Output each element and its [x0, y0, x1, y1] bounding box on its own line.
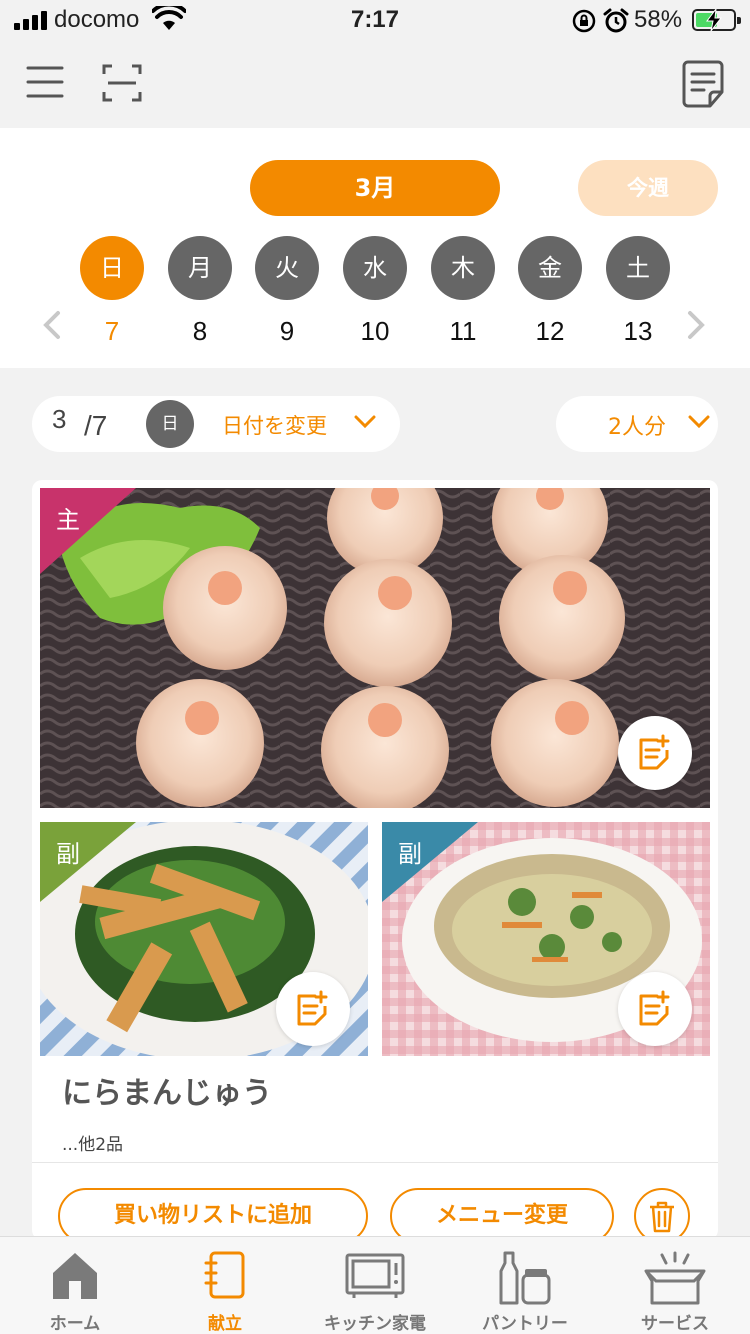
menu-card: 主 副 副 にらまんじゅう ...他2品 買い物リストに追加 メニュー変更 [32, 480, 718, 1244]
day-of-week-label: 木 [431, 236, 495, 300]
pantry-icon [499, 1251, 551, 1305]
tab-label: サービス [641, 1314, 709, 1334]
this-week-button[interactable]: 今週 [578, 160, 718, 216]
day-saturday[interactable]: 土 13 [605, 236, 671, 347]
day-friday[interactable]: 金 12 [517, 236, 583, 347]
scan-icon[interactable] [102, 64, 142, 106]
main-dish-tag-label: 主 [56, 506, 80, 534]
day-date-label: 7 [104, 316, 120, 346]
day-monday[interactable]: 月 8 [167, 236, 233, 347]
tab-menu-plan[interactable]: 献立 [150, 1237, 300, 1334]
notebook-icon [204, 1251, 245, 1299]
note-add-icon [639, 990, 670, 1026]
side-dish-tag-2 [382, 822, 478, 902]
note-icon[interactable] [682, 60, 724, 112]
tab-home[interactable]: ホーム [0, 1237, 150, 1334]
tab-label: ホーム [49, 1314, 101, 1334]
day-wednesday[interactable]: 水 10 [342, 236, 408, 347]
tab-services[interactable]: サービス [600, 1237, 750, 1334]
day-thursday[interactable]: 木 11 [430, 236, 496, 347]
main-dish-tag [40, 488, 136, 574]
day-sunday[interactable]: 日 7 [79, 236, 145, 347]
side-dish-tag-1 [40, 822, 136, 902]
microwave-icon [345, 1253, 405, 1298]
hamburger-menu-icon[interactable] [26, 64, 64, 104]
day-of-week-label: 土 [606, 236, 670, 300]
menu-subtitle: ...他2品 [62, 1135, 124, 1155]
orientation-lock-icon [572, 9, 596, 37]
change-date-link[interactable]: 日付を変更 [222, 410, 327, 440]
side-dish-photo-2[interactable]: 副 [382, 822, 710, 1056]
add-to-note-button[interactable] [618, 716, 692, 790]
day-tuesday[interactable]: 火 9 [254, 236, 320, 347]
day-of-week-label: 火 [255, 236, 319, 300]
tab-label: パントリー [482, 1314, 568, 1334]
menu-title: にらまんじゅう [62, 1076, 272, 1111]
home-icon [53, 1253, 97, 1299]
side-dish-tag-label-1: 副 [56, 840, 80, 868]
day-date-label: 9 [279, 316, 295, 346]
tab-pantry[interactable]: パントリー [450, 1237, 600, 1334]
main-dish-photo[interactable]: 主 [40, 488, 710, 808]
selected-month: 3 [52, 404, 67, 434]
month-selector-button[interactable]: 3月 [250, 160, 500, 216]
top-navigation [0, 40, 750, 128]
side-dish-photo-1[interactable]: 副 [40, 822, 368, 1056]
add-to-note-button[interactable] [618, 972, 692, 1046]
status-bar: docomo 7:17 58% [0, 0, 750, 40]
day-date-label: 11 [449, 316, 477, 346]
day-of-week-label: 月 [168, 236, 232, 300]
tab-kitchen-appliances[interactable]: キッチン家電 [300, 1237, 450, 1334]
battery-percent: 58% [634, 6, 683, 33]
week-calendar: 3月 今週 日 7 月 8 火 9 水 10 木 11 金 12 土 13 [0, 128, 750, 368]
side-dish-tag-label-2: 副 [398, 840, 422, 868]
servings-selector[interactable]: 2人分 [556, 396, 718, 452]
add-to-note-button[interactable] [276, 972, 350, 1046]
day-of-week-label: 金 [518, 236, 582, 300]
date-selector[interactable]: 3 /7 日 日付を変更 [32, 396, 400, 452]
selected-day: /7 [84, 410, 108, 441]
next-week-arrow-icon[interactable] [686, 310, 708, 344]
tab-label: 献立 [208, 1314, 242, 1334]
selected-day-of-week: 日 [146, 400, 194, 448]
chevron-down-icon [688, 414, 710, 433]
trash-icon [650, 1201, 674, 1233]
service-box-icon [644, 1251, 706, 1305]
servings-label: 2人分 [608, 415, 666, 440]
bottom-tab-bar: ホーム 献立 キッチン家電 パントリー サービス [0, 1236, 750, 1334]
tab-label: キッチン家電 [324, 1314, 426, 1334]
alarm-icon [603, 8, 629, 38]
note-add-icon [297, 990, 328, 1026]
battery-charging-icon [692, 9, 741, 31]
note-add-icon [639, 734, 670, 770]
day-date-label: 8 [192, 316, 208, 346]
divider [32, 1162, 718, 1163]
chevron-down-icon[interactable] [354, 414, 376, 433]
day-of-week-label: 水 [343, 236, 407, 300]
day-date-label: 12 [535, 316, 565, 346]
previous-week-arrow-icon[interactable] [40, 310, 62, 344]
day-of-week-label: 日 [80, 236, 144, 300]
day-date-label: 10 [360, 316, 390, 346]
day-date-label: 13 [623, 316, 653, 346]
